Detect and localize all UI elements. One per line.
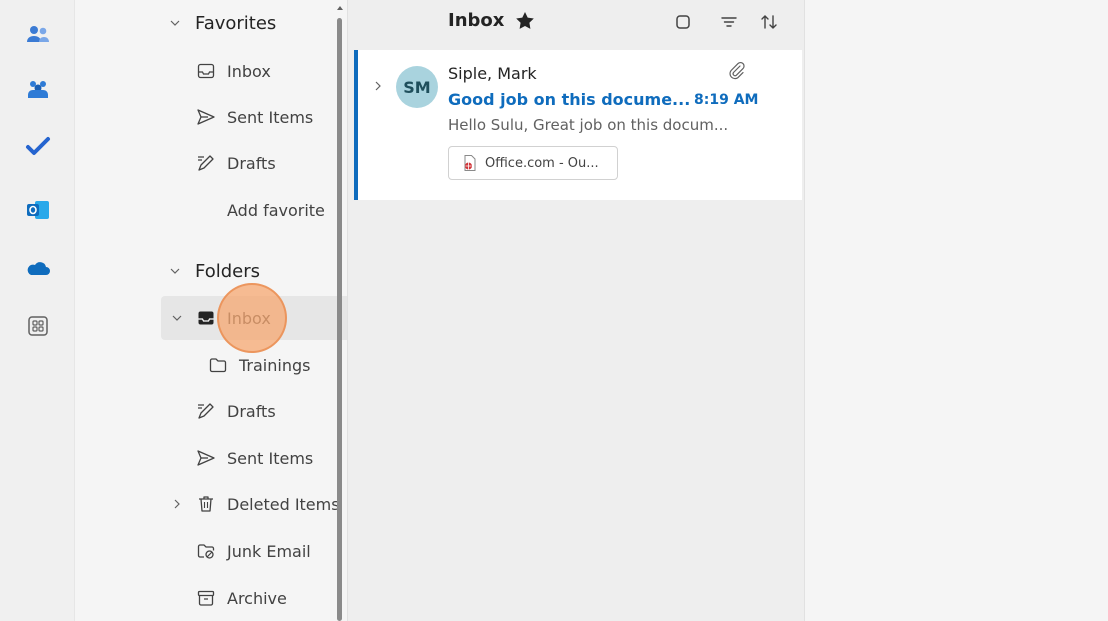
chevron-right-icon[interactable] <box>171 498 183 510</box>
message-list-title: Inbox <box>448 10 505 31</box>
chevron-down-icon <box>169 265 181 277</box>
folder-label: Junk Email <box>227 541 311 561</box>
folder-label: Drafts <box>227 153 276 173</box>
message-list: Inbox SM Siple, Mark Good job on this do… <box>347 0 805 621</box>
favorites-label: Favorites <box>195 12 277 34</box>
filter-button[interactable] <box>718 11 740 33</box>
message-time: 8:19 AM <box>694 92 759 108</box>
folder-label: Trainings <box>239 355 311 375</box>
message-preview: Hello Sulu, Great job on this docum... <box>448 116 729 134</box>
outlook-icon <box>27 201 49 219</box>
attachment-name: Office.com - Ou... <box>485 155 599 171</box>
trash-icon <box>195 493 217 515</box>
message-list-header: Inbox <box>348 0 806 46</box>
folder-label: Drafts <box>227 401 276 421</box>
send-icon <box>195 447 217 469</box>
favorites-header[interactable]: Favorites <box>75 6 325 40</box>
teams-app-button[interactable] <box>22 74 54 106</box>
folder-label: Sent Items <box>227 448 314 468</box>
chevron-right-icon[interactable] <box>372 80 384 92</box>
folder-icon <box>207 354 229 376</box>
archive-icon <box>195 587 217 609</box>
inbox-icon <box>195 60 217 82</box>
chevron-down-icon[interactable] <box>171 312 183 324</box>
favorite-star-icon[interactable] <box>514 10 536 32</box>
select-square-icon <box>676 15 690 29</box>
attachment-chip[interactable]: Office.com - Ou... <box>448 146 618 180</box>
todo-check-icon <box>26 137 50 155</box>
web-document-icon <box>464 155 476 171</box>
paperclip-icon <box>729 61 745 80</box>
folders-header[interactable]: Folders <box>75 254 325 288</box>
todo-app-button[interactable] <box>22 130 54 162</box>
folder-label: Inbox <box>227 308 271 328</box>
avatar: SM <box>396 66 438 108</box>
scroll-up-arrow-icon[interactable] <box>336 4 344 12</box>
onedrive-cloud-icon <box>27 262 50 275</box>
sort-button[interactable] <box>758 11 780 33</box>
folder-label: Sent Items <box>227 107 314 127</box>
sort-arrows-icon <box>761 15 777 29</box>
inbox-filled-icon <box>195 307 217 329</box>
chevron-down-icon <box>169 17 181 29</box>
people-icon <box>27 26 49 42</box>
add-favorite-label: Add favorite <box>227 200 325 220</box>
more-apps-button[interactable] <box>22 310 54 342</box>
message-item[interactable]: SM Siple, Mark Good job on this docume..… <box>354 50 802 200</box>
apps-grid-icon <box>28 316 48 336</box>
folder-label: Archive <box>227 588 287 608</box>
app-rail <box>0 0 75 621</box>
folder-label: Deleted Items <box>227 494 340 514</box>
onedrive-app-button[interactable] <box>22 252 54 284</box>
message-subject: Good job on this docume... <box>448 90 691 109</box>
folder-pane: Favorites Inbox 1 Sent Items Drafts Add … <box>75 0 403 621</box>
folders-label: Folders <box>195 260 261 282</box>
junk-icon <box>195 540 217 562</box>
folder-pane-scrollbar[interactable] <box>337 18 342 621</box>
send-icon <box>195 106 217 128</box>
filter-icon <box>721 17 737 27</box>
select-toggle-button[interactable] <box>672 11 694 33</box>
reading-pane <box>806 0 1108 621</box>
message-sender: Siple, Mark <box>448 64 537 83</box>
people-app-button[interactable] <box>22 18 54 50</box>
drafts-pencil-icon <box>195 400 217 422</box>
folder-label: Inbox <box>227 61 271 81</box>
outlook-app-button[interactable] <box>22 194 54 226</box>
outlook-app: Favorites Inbox 1 Sent Items Drafts Add … <box>0 0 1108 621</box>
drafts-pencil-icon <box>195 152 217 174</box>
teams-icon <box>28 81 48 98</box>
